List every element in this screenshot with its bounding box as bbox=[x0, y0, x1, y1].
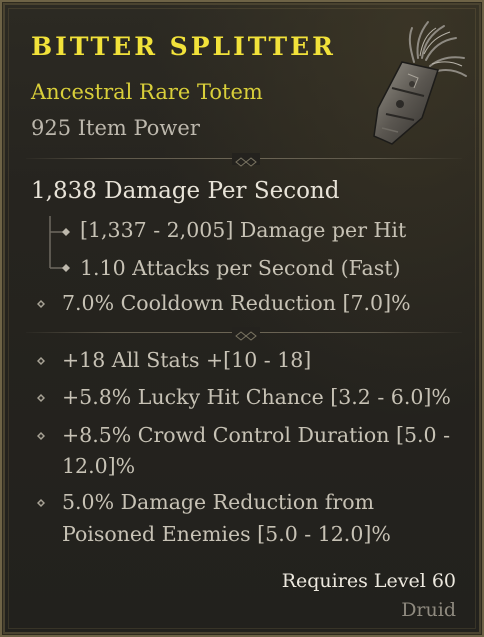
tree-connector-icon bbox=[49, 216, 70, 272]
totem-item-icon bbox=[373, 21, 467, 145]
affix-line: +18 All Stats +[10 - 18] bbox=[62, 348, 312, 372]
implicit-affix: 7.0% Cooldown Reduction [7.0]% bbox=[62, 291, 411, 315]
attack-speed: 1.10 Attacks per Second (Fast) bbox=[80, 256, 401, 280]
affix-line: +5.8% Lucky Hit Chance [3.2 - 6.0]% bbox=[62, 385, 451, 409]
divider bbox=[26, 153, 462, 167]
affix-line: +8.5% Crowd Control Duration [5.0 - bbox=[62, 423, 451, 447]
level-requirement: Requires Level 60 bbox=[281, 570, 456, 592]
affix-line: 5.0% Damage Reduction from bbox=[62, 490, 375, 514]
affix-bullet-icon bbox=[37, 357, 45, 365]
affix-line-continued: 12.0]% bbox=[62, 454, 136, 478]
item-power: 925 Item Power bbox=[31, 116, 200, 140]
divider bbox=[26, 327, 462, 341]
class-requirement: Druid bbox=[401, 599, 456, 621]
damage-per-hit: [1,337 - 2,005] Damage per Hit bbox=[80, 218, 407, 242]
affix-bullet-icon bbox=[37, 499, 45, 507]
affix-bullet-icon bbox=[37, 300, 45, 308]
item-name: BITTER SPLITTER bbox=[31, 32, 336, 61]
item-type: Ancestral Rare Totem bbox=[31, 80, 263, 104]
affix-bullet-icon bbox=[37, 432, 45, 440]
affix-line-continued: Poisoned Enemies [5.0 - 12.0]% bbox=[62, 522, 391, 546]
item-tooltip: BITTER SPLITTER Ancestral Rare Totem 925… bbox=[0, 0, 484, 637]
affix-bullet-icon bbox=[37, 394, 45, 402]
damage-per-second: 1,838 Damage Per Second bbox=[31, 178, 340, 204]
